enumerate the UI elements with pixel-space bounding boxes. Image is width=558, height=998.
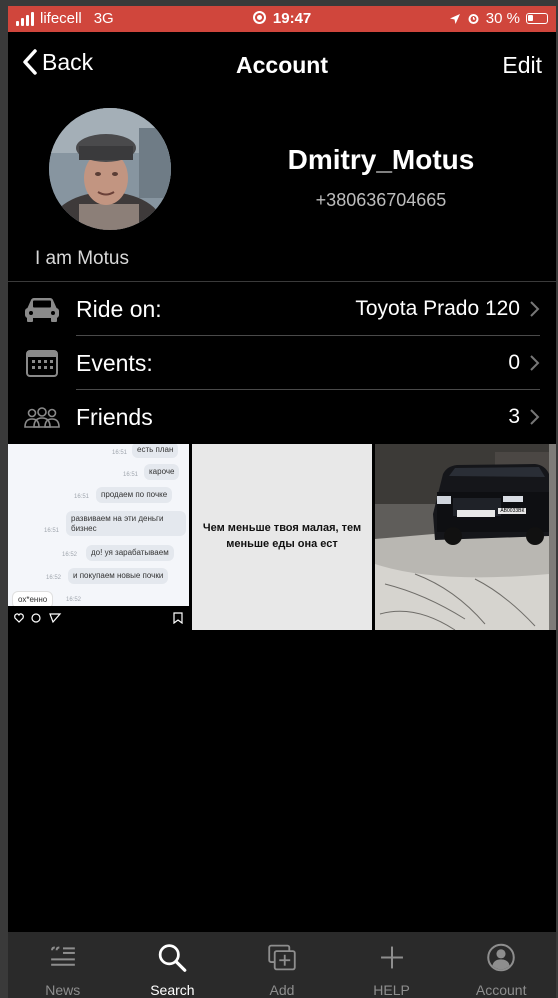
chat-time: 16:51 [123, 472, 139, 478]
chat-time: 16:51 [74, 494, 90, 500]
account-icon [487, 943, 515, 972]
chat-time: 16:51 [44, 528, 60, 534]
chevron-right-icon [530, 409, 540, 425]
row-label: Friends [76, 404, 153, 430]
chat-screenshot: 16:51 есть план 16:51 кароче 16:51 прода… [8, 444, 189, 630]
photo-tile-car[interactable]: АВ0033ВК [375, 444, 556, 630]
chat-bubble: кароче [144, 464, 180, 480]
profile-header: I am Motus Dmitry_Motus +380636704665 [8, 94, 556, 282]
row-friends[interactable]: Friends 3 [8, 390, 556, 444]
car-photo: АВ0033ВК [375, 444, 556, 630]
search-icon [159, 944, 187, 972]
friends-icon [24, 407, 60, 428]
calendar-icon [26, 350, 58, 377]
chat-area: 16:51 есть план 16:51 кароче 16:51 прода… [8, 444, 189, 609]
username: Dmitry_Motus [287, 144, 475, 175]
tab-label: Add [269, 982, 295, 998]
page-title: Account [236, 52, 328, 78]
photo-tile-quote[interactable]: Чем меньше твоя малая, тем меньше еды он… [191, 444, 373, 630]
phone-number: +380636704665 [315, 190, 447, 210]
chat-bubble: до! уя зарабатываем [86, 545, 174, 561]
license-plate: АВ0033ВК [498, 508, 527, 514]
quote-text: Чем меньше твоя малая, тем меньше еды он… [202, 522, 362, 550]
bookmark-icon [173, 612, 183, 624]
chat-bubble: развиваем на эти деньги бизнес [66, 511, 186, 537]
post-actions-icon [14, 613, 62, 624]
row-events[interactable]: Events: 0 [8, 336, 556, 390]
status-right: 30 % [449, 10, 548, 27]
photo-grid: 16:51 есть план 16:51 кароче 16:51 прода… [8, 444, 556, 630]
plus-icon [380, 946, 403, 969]
car-image [375, 444, 550, 630]
tab-label: HELP [373, 982, 410, 998]
row-value: Toyota Prado 120 [355, 297, 520, 320]
tab-news[interactable]: News [8, 932, 118, 998]
tab-help[interactable]: HELP [337, 932, 447, 998]
alarm-icon [468, 14, 479, 24]
chevron-right-icon [530, 301, 540, 317]
tab-label: News [45, 982, 81, 998]
tab-bar: News Search Add HELP Account [8, 932, 556, 998]
chat-time: 16:52 [62, 552, 78, 558]
tab-label: Account [475, 982, 527, 998]
add-icon [268, 944, 296, 971]
chevron-right-icon [530, 355, 540, 371]
avatar[interactable] [49, 108, 171, 230]
info-list: Ride on: Toyota Prado 120 Events: 0 Frie… [8, 282, 556, 444]
row-label: Ride on: [76, 296, 162, 322]
tab-add[interactable]: Add [227, 932, 337, 998]
time-label: 19:47 [272, 10, 312, 27]
row-ride-on[interactable]: Ride on: Toyota Prado 120 [8, 282, 556, 336]
row-value: 3 [508, 405, 520, 428]
chat-bubble: и покупаем новые почки [68, 568, 169, 584]
edit-button[interactable]: Edit [502, 52, 542, 79]
status-bar: lifecell 3G 19:47 30 % [8, 6, 556, 32]
nav-bar: Back Account Edit [8, 32, 556, 94]
chat-footer [8, 606, 189, 630]
battery-icon [526, 13, 548, 24]
screen: lifecell 3G 19:47 30 % Back Account Edit [8, 6, 556, 998]
battery-label: 30 % [485, 10, 520, 27]
tab-search[interactable]: Search [118, 932, 228, 998]
quote-image: Чем меньше твоя малая, тем меньше еды он… [191, 444, 373, 630]
chat-time: 16:52 [66, 597, 82, 603]
chat-time: 16:52 [46, 575, 62, 581]
status-text: I am Motus [35, 248, 129, 269]
tab-account[interactable]: Account [446, 932, 556, 998]
chat-bubble: есть план [132, 444, 179, 458]
row-label: Events: [76, 350, 153, 376]
record-icon [252, 11, 266, 24]
photo-tile-chat[interactable]: 16:51 есть план 16:51 кароче 16:51 прода… [8, 444, 189, 630]
tab-label: Search [150, 982, 195, 998]
news-icon [50, 946, 75, 966]
chat-time: 16:51 [112, 450, 128, 456]
row-value: 0 [508, 351, 520, 374]
location-arrow-icon [449, 13, 460, 24]
avatar-photo [49, 108, 171, 230]
chat-bubble: продаем по почке [96, 487, 173, 503]
car-icon [25, 298, 59, 322]
